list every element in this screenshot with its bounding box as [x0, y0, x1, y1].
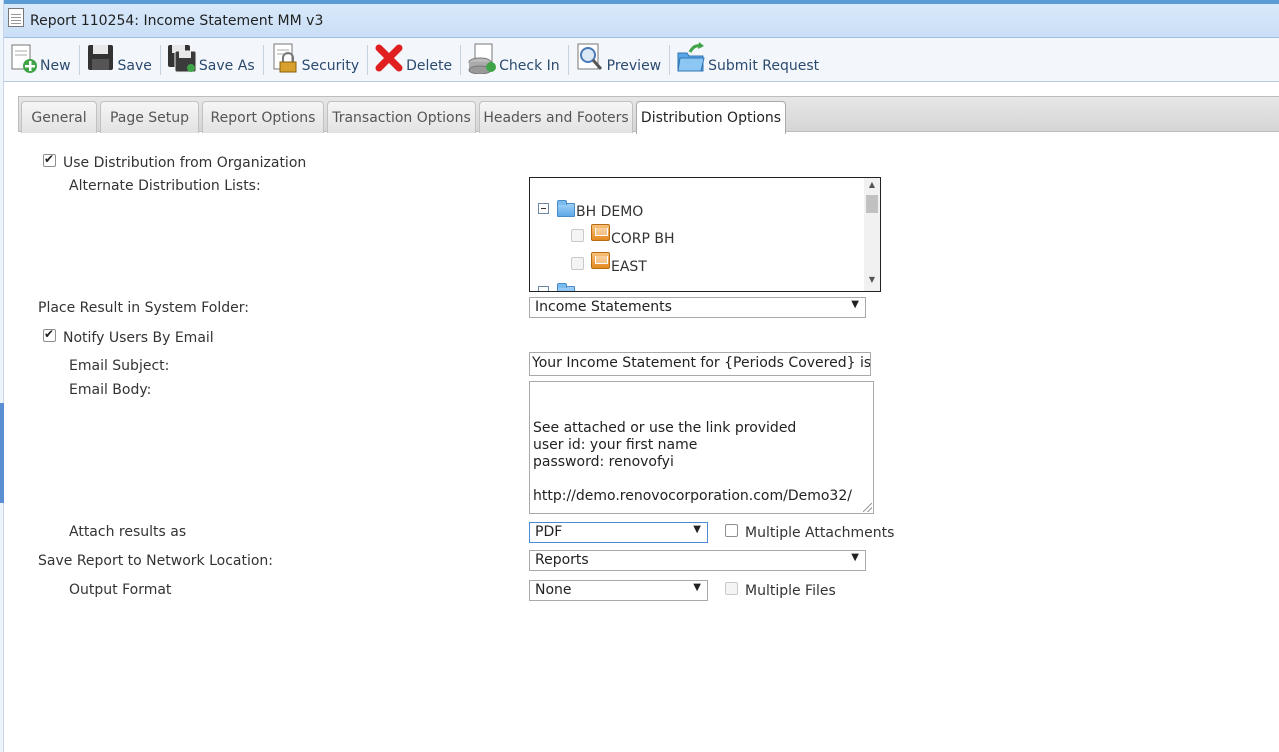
alternate-lists-label: Alternate Distribution Lists:	[69, 178, 261, 194]
new-document-icon	[10, 42, 38, 74]
new-button-label: New	[40, 58, 71, 74]
delete-x-icon	[374, 42, 404, 74]
notify-email-checkbox[interactable]	[43, 327, 56, 342]
save-as-icon	[167, 42, 197, 74]
report-document-icon	[8, 8, 24, 27]
system-folder-select[interactable]: Income Statements ▼	[529, 297, 866, 318]
magnifier-document-icon	[575, 42, 605, 74]
delete-button[interactable]: Delete	[368, 41, 460, 81]
system-folder-value: Income Statements	[535, 299, 672, 315]
tab-headers-and-footers[interactable]: Headers and Footers	[479, 101, 633, 133]
network-location-value: Reports	[535, 552, 589, 568]
scroll-thumb[interactable]	[866, 195, 878, 213]
submit-request-button[interactable]: Submit Request	[670, 41, 827, 81]
tree-item-label[interactable]: EAST	[611, 259, 647, 275]
dropdown-arrow-icon: ▼	[693, 524, 701, 535]
floppy-disk-icon	[86, 42, 116, 74]
folder-arrow-icon	[676, 42, 706, 74]
distribution-list-tree[interactable]: BH DEMO CORP BH EAST ▲ ▼	[529, 177, 881, 292]
email-subject-label: Email Subject:	[69, 358, 170, 374]
scroll-up-icon[interactable]: ▲	[864, 180, 880, 194]
left-edge-accent	[0, 403, 4, 503]
multiple-files-checkbox[interactable]	[725, 582, 738, 595]
network-location-label: Save Report to Network Location:	[38, 553, 274, 569]
preview-button[interactable]: Preview	[569, 41, 670, 81]
collapse-node-icon[interactable]	[538, 203, 549, 214]
save-button-label: Save	[117, 58, 152, 74]
tab-distribution-options[interactable]: Distribution Options	[636, 101, 786, 134]
email-subject-value: Your Income Statement for {Periods Cover…	[532, 355, 871, 371]
output-format-label: Output Format	[69, 582, 172, 598]
output-format-select[interactable]: None ▼	[529, 580, 708, 601]
tab-strip: General Page Setup Report Options Transa…	[18, 96, 1279, 134]
collapse-node-icon[interactable]	[538, 286, 549, 291]
security-button-label: Security	[301, 58, 360, 74]
email-body-textarea[interactable]: See attached or use the link provided us…	[529, 381, 874, 514]
system-folder-label: Place Result in System Folder:	[38, 300, 249, 316]
preview-button-label: Preview	[606, 58, 662, 74]
tree-root-label[interactable]: BH DEMO	[576, 204, 643, 220]
notify-email-label: Notify Users By Email	[63, 330, 214, 346]
scroll-down-icon[interactable]: ▼	[864, 275, 880, 289]
use-distribution-label: Use Distribution from Organization	[63, 155, 307, 171]
tab-transaction-options[interactable]: Transaction Options	[327, 101, 476, 133]
tree-item-label[interactable]: CORP BH	[611, 231, 675, 247]
left-edge-strip	[0, 0, 4, 752]
attach-as-value: PDF	[535, 524, 563, 540]
check-in-button-label: Check In	[499, 58, 560, 74]
folder-icon	[557, 200, 575, 217]
window-title: Report 110254: Income Statement MM v3	[30, 12, 324, 29]
distribution-list-icon	[591, 224, 610, 241]
resize-grip-icon[interactable]	[863, 503, 872, 512]
security-button[interactable]: Security	[264, 41, 368, 81]
toolbar: New Save Save As Security Delete Check I…	[4, 38, 1279, 82]
network-location-select[interactable]: Reports ▼	[529, 550, 866, 571]
attach-as-label: Attach results as	[69, 524, 187, 540]
save-button[interactable]: Save	[80, 41, 160, 81]
title-bar: Report 110254: Income Statement MM v3	[4, 0, 1279, 38]
attach-as-select[interactable]: PDF ▼	[529, 522, 708, 543]
output-format-value: None	[535, 582, 572, 598]
new-button[interactable]: New	[4, 41, 79, 81]
dropdown-arrow-icon: ▼	[693, 582, 701, 593]
distribution-list-icon	[591, 252, 610, 269]
delete-button-label: Delete	[406, 58, 453, 74]
dropdown-arrow-icon: ▼	[851, 299, 859, 310]
multiple-attachments-checkbox[interactable]	[725, 524, 738, 537]
email-body-label: Email Body:	[69, 382, 152, 398]
tab-general[interactable]: General	[21, 101, 97, 133]
save-as-button-label: Save As	[198, 58, 255, 74]
tab-report-options[interactable]: Report Options	[202, 101, 324, 133]
tree-item-checkbox[interactable]	[571, 257, 584, 270]
multiple-attachments-label: Multiple Attachments	[745, 525, 895, 541]
save-as-button[interactable]: Save As	[161, 41, 263, 81]
email-body-value: See attached or use the link provided us…	[533, 420, 852, 504]
use-distribution-checkbox[interactable]	[43, 152, 56, 167]
lock-document-icon	[270, 42, 300, 74]
dropdown-arrow-icon: ▼	[851, 552, 859, 563]
email-subject-input[interactable]: Your Income Statement for {Periods Cover…	[529, 352, 871, 376]
tree-scrollbar[interactable]: ▲ ▼	[864, 178, 880, 291]
tree-item-checkbox[interactable]	[571, 229, 584, 242]
folder-icon	[557, 283, 575, 291]
submit-request-button-label: Submit Request	[708, 58, 820, 74]
check-in-database-icon	[467, 42, 497, 75]
multiple-files-label: Multiple Files	[745, 583, 836, 599]
check-in-button[interactable]: Check In	[461, 41, 568, 81]
tab-page-setup[interactable]: Page Setup	[100, 101, 199, 133]
